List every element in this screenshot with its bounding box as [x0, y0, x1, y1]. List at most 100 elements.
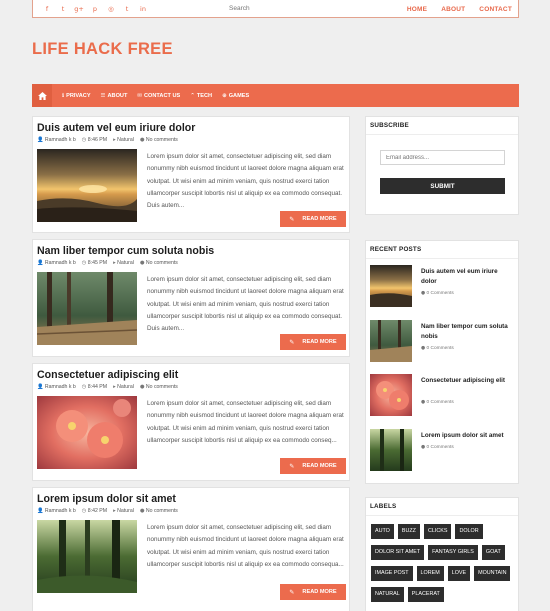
- post-title[interactable]: Lorem ipsum dolor sit amet: [37, 493, 176, 505]
- recent-post-title[interactable]: Duis autem vel eum iriure dolor: [421, 267, 513, 287]
- post-thumbnail[interactable]: [37, 520, 137, 593]
- label-tag[interactable]: IMAGE POST: [371, 566, 413, 581]
- nav-item-privacy[interactable]: ℹ PRIVACY: [62, 93, 91, 99]
- comment-icon: ●: [421, 346, 426, 351]
- label-tag[interactable]: CLICKS: [423, 524, 452, 539]
- twitter-icon[interactable]: t: [55, 5, 71, 13]
- post-label[interactable]: ▸ Natural: [113, 260, 134, 266]
- label-tag[interactable]: LOREM: [416, 566, 444, 581]
- envelope-icon: ✉: [137, 92, 142, 99]
- post-time: ◷ 8:45 PM: [82, 260, 107, 266]
- post-author[interactable]: 👤 Ramnadh k b: [37, 260, 76, 266]
- pinterest-icon[interactable]: p: [87, 5, 103, 13]
- label-tag[interactable]: BUZZ: [397, 524, 420, 539]
- submit-button[interactable]: SUBMIT: [380, 178, 505, 194]
- comments-value: 0 Comments: [426, 346, 454, 351]
- nav-item-label: CONTACT US: [143, 92, 181, 99]
- label-value: Natural: [117, 260, 134, 266]
- read-more-button[interactable]: ✎ READ MORE: [280, 334, 346, 350]
- home-icon[interactable]: [32, 84, 52, 107]
- recent-post-comments: ● 0 Comments: [421, 346, 454, 351]
- recent-post-thumbnail[interactable]: [370, 429, 412, 471]
- recent-post-comments: ● 0 Comments: [421, 291, 454, 296]
- nav-item-tech[interactable]: ⌃ TECH: [190, 93, 212, 99]
- top-nav-about[interactable]: ABOUT: [441, 6, 465, 13]
- post-thumbnail[interactable]: [37, 149, 137, 222]
- site-title[interactable]: LIFE HACK FREE: [32, 40, 173, 59]
- label-tag[interactable]: DOLOR SIT AMET: [371, 545, 425, 560]
- post-label[interactable]: ▸ Natural: [113, 508, 134, 514]
- read-more-button[interactable]: ✎ READ MORE: [280, 458, 346, 474]
- post-title[interactable]: Nam liber tempor cum soluta nobis: [37, 245, 214, 257]
- widget-title: LABELS: [366, 498, 518, 516]
- tag-icon: ▸: [113, 260, 116, 266]
- info-icon: ℹ: [62, 92, 65, 99]
- post-label[interactable]: ▸ Natural: [113, 137, 134, 143]
- label-tag[interactable]: PLACERAT: [407, 587, 444, 602]
- recent-post-thumbnail[interactable]: [370, 320, 412, 362]
- recent-post-title[interactable]: Consectetuer adipiscing elit: [421, 376, 513, 386]
- code-icon: ⌃: [190, 92, 195, 99]
- nav-item-games[interactable]: ⊕ GAMES: [222, 93, 249, 99]
- label-value: Natural: [117, 384, 134, 390]
- tag-icon: ▸: [113, 508, 116, 514]
- clock-icon: ◷: [81, 384, 87, 390]
- tag-icon: ▸: [113, 384, 116, 390]
- link-icon: ✎: [289, 338, 295, 346]
- post-thumbnail[interactable]: [37, 272, 137, 345]
- recent-post-title[interactable]: Lorem ipsum dolor sit amet: [421, 431, 513, 441]
- facebook-icon[interactable]: f: [39, 5, 55, 13]
- post-thumbnail[interactable]: [37, 396, 137, 469]
- post-author[interactable]: 👤 Ramnadh k b: [37, 137, 76, 143]
- post-card: Duis autem vel eum iriure dolor 👤 Ramnad…: [32, 116, 350, 233]
- top-nav-contact[interactable]: CONTACT: [479, 6, 512, 13]
- label-tag[interactable]: DOLOR: [455, 524, 483, 539]
- label-tag[interactable]: LOVE: [447, 566, 471, 581]
- top-nav: HOME ABOUT CONTACT: [407, 0, 512, 18]
- gamepad-icon: ⊕: [222, 92, 227, 99]
- post-excerpt: Lorem ipsum dolor sit amet, consectetuer…: [147, 276, 344, 333]
- nav-item-label: TECH: [196, 92, 213, 99]
- recent-post-thumbnail[interactable]: [370, 374, 412, 416]
- read-more-button[interactable]: ✎ READ MORE: [280, 211, 346, 227]
- email-field[interactable]: [380, 150, 505, 165]
- author-name: Ramnadh k b: [44, 384, 76, 390]
- post-comments[interactable]: ● No comments: [140, 260, 178, 266]
- recent-post-item[interactable]: Consectetuer adipiscing elit ● 0 Comment…: [370, 374, 512, 416]
- post-title[interactable]: Duis autem vel eum iriure dolor: [37, 122, 195, 134]
- label-tag[interactable]: MOUNTAIN: [474, 566, 511, 581]
- recent-post-title[interactable]: Nam liber tempor cum soluta nobis: [421, 322, 513, 342]
- tumblr-icon[interactable]: t: [119, 5, 135, 13]
- post-comments[interactable]: ● No comments: [140, 508, 178, 514]
- post-comments[interactable]: ● No comments: [140, 384, 178, 390]
- top-nav-home[interactable]: HOME: [407, 6, 427, 13]
- post-author[interactable]: 👤 Ramnadh k b: [37, 384, 76, 390]
- post-author[interactable]: 👤 Ramnadh k b: [37, 508, 76, 514]
- recent-post-item[interactable]: Nam liber tempor cum soluta nobis ● 0 Co…: [370, 320, 512, 362]
- user-icon: 👤: [37, 508, 44, 514]
- link-icon: ✎: [289, 462, 295, 470]
- clock-icon: ◷: [81, 137, 87, 143]
- label-tag[interactable]: FANTASY GIRLS: [428, 545, 478, 560]
- post-title[interactable]: Consectetuer adipiscing elit: [37, 369, 178, 381]
- nav-item-about[interactable]: ☰ ABOUT: [101, 93, 128, 99]
- recent-post-item[interactable]: Lorem ipsum dolor sit amet ● 0 Comments: [370, 429, 512, 471]
- read-more-button[interactable]: ✎ READ MORE: [280, 584, 346, 600]
- instagram-icon[interactable]: ◎: [103, 5, 119, 13]
- recent-post-item[interactable]: Duis autem vel eum iriure dolor ● 0 Comm…: [370, 265, 512, 307]
- linkedin-icon[interactable]: in: [135, 5, 151, 13]
- label-tag[interactable]: AUTO: [371, 524, 394, 539]
- nav-item-contact-us[interactable]: ✉ CONTACT US: [137, 93, 180, 99]
- main-nav: ℹ PRIVACY ☰ ABOUT ✉ CONTACT US ⌃ TECH ⊕ GAMES: [32, 84, 519, 107]
- label-tag[interactable]: GOAT: [481, 545, 505, 560]
- list-icon: ☰: [100, 92, 106, 99]
- comment-icon: ●: [139, 260, 145, 266]
- recent-post-thumbnail[interactable]: [370, 265, 412, 307]
- post-comments[interactable]: ● No comments: [140, 137, 178, 143]
- post-label[interactable]: ▸ Natural: [113, 384, 134, 390]
- post-excerpt: Lorem ipsum dolor sit amet, consectetuer…: [147, 400, 344, 444]
- search-input[interactable]: [225, 3, 301, 14]
- label-tag[interactable]: NATURAL: [371, 587, 404, 602]
- google-plus-icon[interactable]: g+: [71, 5, 87, 13]
- recent-post-comments: ● 0 Comments: [421, 445, 454, 450]
